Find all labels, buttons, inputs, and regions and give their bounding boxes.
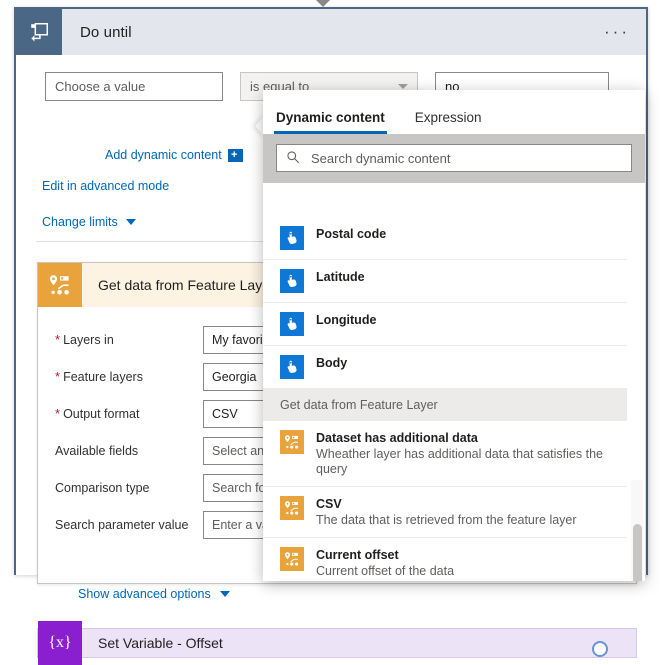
- label-text: Layers in: [63, 333, 114, 347]
- list-item-name: Body: [316, 356, 347, 371]
- manual-trigger-icon: [280, 226, 304, 250]
- list-item-text: Body: [316, 355, 347, 371]
- search-icon: [286, 150, 300, 167]
- list-item-text: Current offset Current offset of the dat…: [316, 547, 454, 579]
- list-item-name: Longitude: [316, 313, 376, 328]
- search-dynamic-content-box[interactable]: [276, 144, 632, 172]
- field-label-output-format: * Output format: [55, 407, 203, 421]
- show-advanced-options-label: Show advanced options: [78, 587, 211, 601]
- feature-layer-icon: [280, 547, 304, 571]
- search-input[interactable]: [309, 150, 622, 167]
- feature-layer-icon: [280, 496, 304, 520]
- list-item[interactable]: Postal code: [263, 217, 627, 260]
- change-limits-label: Change limits: [42, 215, 118, 229]
- list-item-name: Current offset: [316, 548, 454, 563]
- set-variable-title: Set Variable - Offset: [98, 635, 223, 651]
- field-label-comparison-type: Comparison type: [55, 481, 203, 495]
- required-asterisk-icon: *: [55, 372, 60, 382]
- list-item-name: Latitude: [316, 270, 365, 285]
- list-item[interactable]: Latitude: [263, 260, 627, 303]
- list-item-name: CSV: [316, 497, 577, 512]
- chevron-down-icon: [126, 219, 136, 225]
- list-item-description: Wheather layer has additional data that …: [316, 447, 615, 477]
- feature-layer-icon: [280, 430, 304, 454]
- list-item-text: CSV The data that is retrieved from the …: [316, 496, 577, 528]
- dynamic-content-flyout: Dynamic content Expression: [263, 90, 645, 581]
- field-label-layers-in: * Layers in: [55, 333, 203, 347]
- field-label-search-parameter-value: Search parameter value: [55, 518, 203, 532]
- field-label-available-fields: Available fields: [55, 444, 203, 458]
- variable-icon: {x}: [38, 621, 82, 665]
- list-item-text: Postal code: [316, 226, 386, 242]
- list-item-description: The data that is retrieved from the feat…: [316, 513, 577, 528]
- label-text: Search parameter value: [55, 518, 188, 532]
- flyout-search-band: [263, 134, 645, 183]
- add-dynamic-content-button[interactable]: Add dynamic content +: [105, 148, 243, 162]
- do-until-header[interactable]: Do until ···: [16, 9, 646, 55]
- flyout-tabs: Dynamic content Expression: [263, 90, 645, 134]
- label-text: Output format: [63, 407, 139, 421]
- feature-layer-icon: [38, 263, 82, 307]
- label-text: Available fields: [55, 444, 138, 458]
- dynamic-content-list[interactable]: Postal code Latitude: [263, 217, 645, 581]
- label-text: Feature layers: [63, 370, 143, 384]
- add-dynamic-content-label: Add dynamic content: [105, 148, 222, 162]
- list-group-header: Get data from Feature Layer: [263, 389, 627, 421]
- info-circle-icon: [592, 641, 608, 657]
- tab-dynamic-content[interactable]: Dynamic content: [274, 110, 387, 134]
- do-until-more-menu-button[interactable]: ···: [604, 28, 630, 36]
- list-item[interactable]: Current offset Current offset of the dat…: [263, 538, 627, 581]
- divider: [36, 241, 286, 242]
- list-item-text: Latitude: [316, 269, 365, 285]
- flow-connector-arrow-icon: [315, 0, 331, 7]
- list-item[interactable]: Body: [263, 346, 627, 389]
- edit-in-advanced-mode-link[interactable]: Edit in advanced mode: [42, 179, 169, 193]
- label-text: Comparison type: [55, 481, 150, 495]
- list-item[interactable]: Dataset has additional data Wheather lay…: [263, 421, 627, 487]
- change-limits-toggle[interactable]: Change limits: [42, 215, 136, 229]
- manual-trigger-icon: [280, 269, 304, 293]
- list-item-text: Dataset has additional data Wheather lay…: [316, 430, 615, 477]
- loop-icon: [16, 9, 62, 55]
- field-label-feature-layers: * Feature layers: [55, 370, 203, 384]
- flyout-scrollbar-thumb[interactable]: [633, 524, 642, 581]
- required-asterisk-icon: *: [55, 409, 60, 419]
- list-item-name: Dataset has additional data: [316, 431, 615, 446]
- chevron-down-icon: [220, 591, 230, 597]
- chevron-down-icon: [398, 84, 408, 89]
- list-item[interactable]: Longitude: [263, 303, 627, 346]
- list-item-name: Postal code: [316, 227, 386, 242]
- set-variable-card[interactable]: {x} Set Variable - Offset: [37, 628, 637, 658]
- do-until-title: Do until: [80, 24, 132, 41]
- condition-left-input[interactable]: Choose a value: [45, 72, 223, 101]
- required-asterisk-icon: *: [55, 335, 60, 345]
- list-item[interactable]: CSV The data that is retrieved from the …: [263, 487, 627, 538]
- manual-trigger-icon: [280, 355, 304, 379]
- list-item-text: Longitude: [316, 312, 376, 328]
- list-item-description: Current offset of the data: [316, 564, 454, 579]
- show-advanced-options-toggle[interactable]: Show advanced options: [78, 587, 230, 601]
- plus-icon: +: [228, 149, 243, 162]
- get-data-card-title: Get data from Feature Layer (: [98, 277, 283, 293]
- manual-trigger-icon: [280, 312, 304, 336]
- flow-designer-canvas: Do until ··· Choose a value is equal to …: [0, 0, 664, 593]
- tab-expression[interactable]: Expression: [413, 110, 484, 134]
